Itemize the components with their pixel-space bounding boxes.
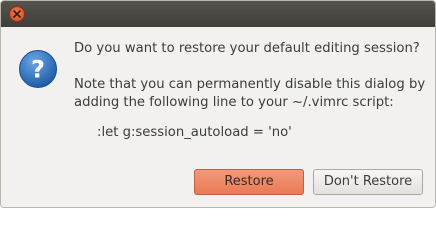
question-icon: ?: [19, 50, 57, 88]
close-icon: [13, 10, 21, 18]
dont-restore-button[interactable]: Don't Restore: [313, 169, 423, 195]
restore-button[interactable]: Restore: [194, 169, 304, 195]
title-bar[interactable]: [1, 1, 435, 27]
note-text-line2: adding the following line to your ~/.vim…: [74, 95, 394, 110]
note-text-line1: Note that you can permanently disable th…: [74, 77, 426, 92]
dialog-content: ? Do you want to restore your default ed…: [1, 27, 435, 207]
command-text: :let g:session_autoload = 'no': [97, 125, 292, 140]
dialog-window: ? Do you want to restore your default ed…: [0, 0, 436, 208]
close-button[interactable]: [9, 6, 25, 22]
question-text: Do you want to restore your default edit…: [74, 41, 420, 56]
svg-text:?: ?: [31, 56, 45, 84]
